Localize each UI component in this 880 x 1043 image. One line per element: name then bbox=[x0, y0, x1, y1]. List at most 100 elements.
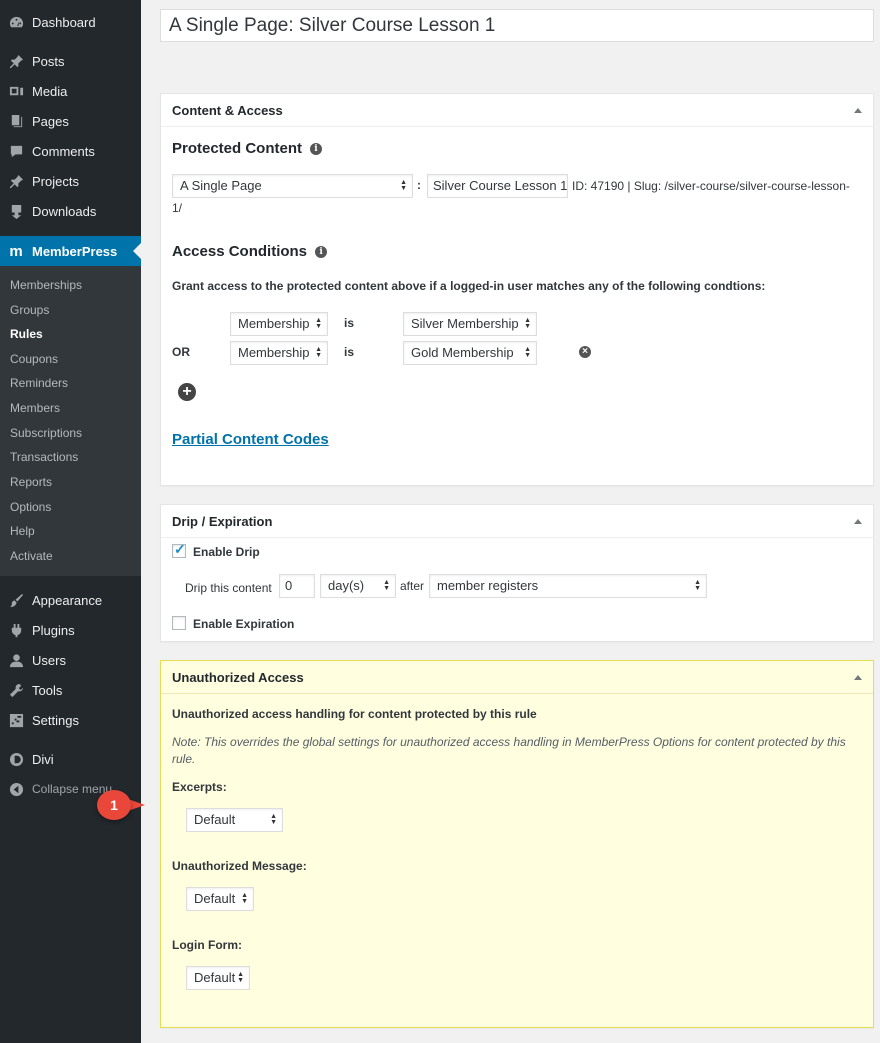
submenu-memberships[interactable]: Memberships bbox=[10, 275, 82, 295]
menu-divi-label: Divi bbox=[32, 751, 54, 767]
callout-badge: 1 bbox=[97, 790, 145, 820]
unauthorized-note: Note: This overrides the global settings… bbox=[172, 735, 846, 766]
menu-users[interactable]: Users bbox=[0, 645, 141, 675]
content-type-select[interactable]: A Single Page ▲ ▼ bbox=[172, 174, 413, 198]
drip-amount-input[interactable]: 0 bbox=[279, 574, 315, 598]
partial-content-codes-link[interactable]: Partial Content Codes bbox=[172, 431, 329, 448]
pin-icon bbox=[8, 53, 24, 69]
rule-title-input[interactable]: A Single Page: Silver Course Lesson 1 bbox=[160, 9, 874, 42]
excerpts-value: Default bbox=[194, 812, 236, 827]
drip-expiration-header[interactable]: Drip / Expiration bbox=[161, 505, 873, 538]
drip-unit-value: day(s) bbox=[328, 578, 365, 593]
select-arrows-icon: ▲ ▼ bbox=[237, 971, 244, 984]
toggle-arrow-icon[interactable] bbox=[854, 518, 862, 524]
collapse-icon bbox=[8, 781, 24, 797]
unauthorized-access-panel: Unauthorized Access Unauthorized access … bbox=[160, 660, 874, 1028]
menu-posts-label: Posts bbox=[32, 53, 65, 69]
media-icon bbox=[8, 83, 24, 99]
submenu-reminders[interactable]: Reminders bbox=[10, 373, 68, 393]
select-arrows-icon: ▲ ▼ bbox=[270, 813, 277, 826]
menu-settings[interactable]: Settings bbox=[0, 705, 141, 735]
menu-downloads[interactable]: Downloads bbox=[0, 196, 141, 226]
submenu-reports[interactable]: Reports bbox=[10, 472, 52, 492]
condition-value-select[interactable]: Silver Membership ▲ ▼ bbox=[403, 312, 537, 336]
drip-expiration-title: Drip / Expiration bbox=[172, 513, 273, 529]
submenu-coupons[interactable]: Coupons bbox=[10, 349, 58, 369]
submenu-help[interactable]: Help bbox=[10, 521, 35, 541]
content-search-input[interactable]: Silver Course Lesson 1 bbox=[427, 174, 568, 198]
enable-expiration-checkbox[interactable] bbox=[172, 616, 186, 630]
info-icon[interactable]: i bbox=[310, 143, 323, 156]
enable-drip-checkbox[interactable] bbox=[172, 541, 186, 558]
menu-memberpress[interactable]: m MemberPress bbox=[0, 236, 141, 266]
add-condition-icon[interactable]: + bbox=[178, 383, 196, 401]
select-arrows-icon: ▲ ▼ bbox=[524, 317, 531, 330]
condition-type-select[interactable]: Membership ▲ ▼ bbox=[230, 312, 328, 336]
menu-memberpress-label: MemberPress bbox=[32, 243, 118, 259]
select-arrows-icon: ▲ ▼ bbox=[315, 346, 322, 359]
select-arrows-icon: ▲ ▼ bbox=[400, 179, 407, 192]
content-meta-wrap: 1/ bbox=[172, 201, 183, 215]
condition-operator: is bbox=[344, 345, 355, 359]
menu-appearance-label: Appearance bbox=[32, 592, 103, 608]
brush-icon bbox=[8, 592, 24, 608]
unauthorized-subheading: Unauthorized access handling for content… bbox=[172, 707, 537, 721]
condition-value-select[interactable]: Gold Membership ▲ ▼ bbox=[403, 341, 537, 365]
drip-unit-select[interactable]: day(s) ▲ ▼ bbox=[320, 574, 396, 598]
menu-projects[interactable]: Projects bbox=[0, 166, 141, 196]
menu-media-label: Media bbox=[32, 83, 68, 99]
toggle-arrow-icon[interactable] bbox=[854, 107, 862, 113]
access-conditions-label: Access Conditions bbox=[172, 243, 308, 260]
menu-projects-label: Projects bbox=[32, 173, 79, 189]
menu-plugins[interactable]: Plugins bbox=[0, 615, 141, 645]
content-access-panel: Content & Access Protected Content i A Si… bbox=[160, 93, 874, 486]
content-access-header[interactable]: Content & Access bbox=[161, 94, 873, 127]
enable-expiration-label: Enable Expiration bbox=[193, 617, 295, 631]
pin-icon bbox=[8, 173, 24, 189]
colon-separator: : bbox=[417, 178, 421, 192]
plugin-icon bbox=[8, 622, 24, 638]
login-form-select[interactable]: Default ▲ ▼ bbox=[186, 966, 250, 990]
submenu-subscriptions[interactable]: Subscriptions bbox=[10, 423, 82, 443]
login-form-label: Login Form: bbox=[172, 938, 242, 952]
unauthorized-access-header[interactable]: Unauthorized Access bbox=[161, 661, 873, 694]
remove-condition-icon[interactable]: × bbox=[579, 346, 591, 358]
menu-appearance[interactable]: Appearance bbox=[0, 585, 141, 615]
protected-content-label: Protected Content bbox=[172, 140, 303, 157]
excerpts-select[interactable]: Default ▲ ▼ bbox=[186, 808, 283, 832]
wrench-icon bbox=[8, 682, 24, 698]
condition-type-select[interactable]: Membership ▲ ▼ bbox=[230, 341, 328, 365]
excerpts-label: Excerpts: bbox=[172, 780, 227, 794]
or-label: OR bbox=[172, 345, 190, 359]
divi-icon bbox=[8, 751, 24, 767]
comment-icon bbox=[8, 143, 24, 159]
toggle-arrow-icon[interactable] bbox=[854, 674, 862, 680]
menu-divi[interactable]: Divi bbox=[0, 744, 141, 774]
active-indicator bbox=[133, 243, 141, 259]
menu-pages[interactable]: Pages bbox=[0, 106, 141, 136]
submenu-groups[interactable]: Groups bbox=[10, 300, 49, 320]
select-arrows-icon: ▲ ▼ bbox=[241, 892, 248, 905]
condition-value: Gold Membership bbox=[411, 345, 514, 360]
drip-after-select[interactable]: member registers ▲ ▼ bbox=[429, 574, 707, 598]
submenu-activate[interactable]: Activate bbox=[10, 546, 53, 566]
menu-dashboard[interactable]: Dashboard bbox=[0, 7, 141, 37]
login-form-value: Default bbox=[194, 970, 236, 985]
menu-dashboard-label: Dashboard bbox=[32, 14, 96, 30]
unauthorized-message-label: Unauthorized Message: bbox=[172, 859, 307, 873]
submenu-transactions[interactable]: Transactions bbox=[10, 447, 78, 467]
submenu-members[interactable]: Members bbox=[10, 398, 60, 418]
submenu-rules[interactable]: Rules bbox=[10, 324, 43, 344]
info-icon[interactable]: i bbox=[315, 246, 328, 259]
select-arrows-icon: ▲ ▼ bbox=[524, 346, 531, 359]
menu-posts[interactable]: Posts bbox=[0, 46, 141, 76]
settings-icon bbox=[8, 712, 24, 728]
unauthorized-message-select[interactable]: Default ▲ ▼ bbox=[186, 887, 254, 911]
submenu-options[interactable]: Options bbox=[10, 497, 51, 517]
menu-comments[interactable]: Comments bbox=[0, 136, 141, 166]
menu-tools[interactable]: Tools bbox=[0, 675, 141, 705]
menu-settings-label: Settings bbox=[32, 712, 79, 728]
menu-media[interactable]: Media bbox=[0, 76, 141, 106]
after-label: after bbox=[400, 579, 425, 593]
memberpress-icon: m bbox=[9, 242, 23, 260]
